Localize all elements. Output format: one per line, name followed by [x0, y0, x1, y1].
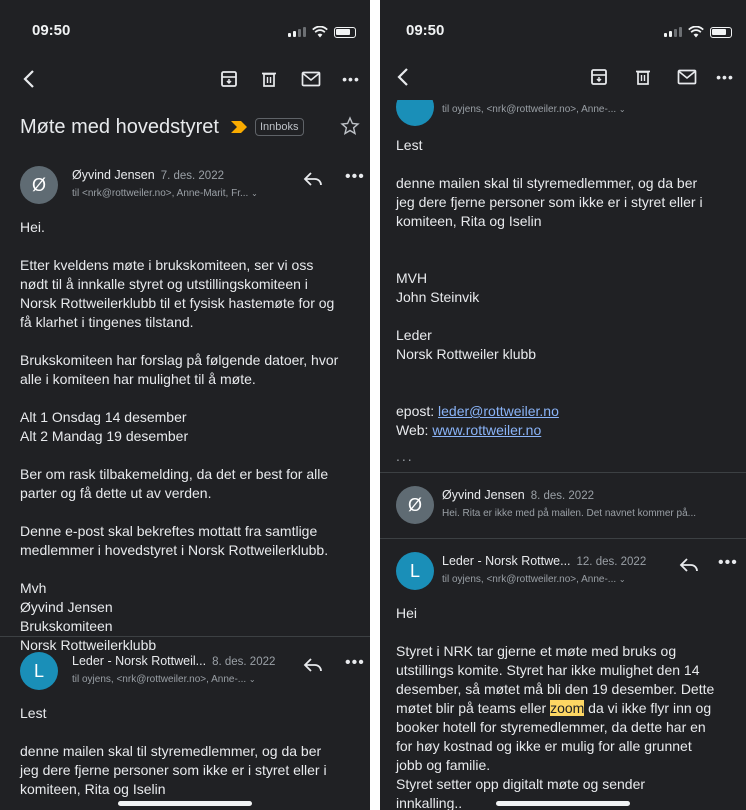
signal-icon: [664, 27, 682, 37]
home-indicator: [118, 801, 252, 806]
message-date: 8. des. 2022: [530, 490, 594, 502]
message-divider: [0, 636, 370, 637]
delete-icon[interactable]: [630, 64, 656, 90]
message-header[interactable]: L Leder - Norsk Rottweil... 8. des. 2022 …: [0, 644, 370, 700]
body-paragraph: denne mailen skal til styremedlemmer, og…: [20, 743, 327, 797]
message-body: Lest denne mailen skal til styremedlemme…: [396, 136, 738, 440]
body-paragraph: Styret i NRK tar gjerne et møte med bruk…: [396, 643, 715, 810]
subject-row: Møte med hovedstyret Innboks: [20, 112, 360, 142]
mail-icon[interactable]: [298, 66, 324, 92]
body-paragraph: Alt 1 Onsdag 14 desember Alt 2 Mandag 19…: [20, 409, 189, 444]
status-time: 09:50: [32, 22, 71, 39]
signature: MVH John Steinvik: [396, 270, 480, 305]
recipients-line[interactable]: til oyjens, <nrk@rottweiler.no>, Anne-..…: [442, 574, 626, 585]
important-marker-icon[interactable]: [229, 120, 249, 134]
body-paragraph: Denne e-post skal bekreftes mottatt fra …: [20, 523, 329, 558]
sender-name: Leder - Norsk Rottweil...: [72, 654, 207, 668]
body-paragraph: Etter kveldens møte i brukskomiteen, ser…: [20, 257, 335, 330]
body-paragraph: denne mailen skal til styremedlemmer, og…: [396, 175, 703, 229]
body-paragraph: Ber om rask tilbakemelding, da det er be…: [20, 466, 329, 501]
status-bar: 09:50: [380, 0, 746, 52]
back-icon[interactable]: [16, 66, 42, 92]
star-icon[interactable]: [340, 116, 360, 136]
signature: Leder Norsk Rottweiler klubb: [396, 327, 537, 362]
body-paragraph: Lest: [20, 705, 47, 721]
battery-icon: [334, 26, 356, 38]
home-indicator: [496, 801, 630, 806]
message-date: 12. des. 2022: [576, 556, 647, 568]
subject-title: Møte med hovedstyret: [20, 115, 219, 138]
contact-line: Web: www.rottweiler.no: [396, 422, 542, 438]
label-badge[interactable]: Innboks: [254, 118, 304, 136]
body-paragraph: Hei: [396, 605, 418, 621]
message-more-icon[interactable]: •••: [345, 654, 365, 672]
wifi-icon: [312, 26, 328, 38]
message-more-icon[interactable]: •••: [345, 168, 365, 186]
message-body: Hei. Etter kveldens møte i brukskomiteen…: [20, 218, 360, 655]
recipients-line[interactable]: til oyjens, <nrk@rottweiler.no>, Anne-..…: [72, 674, 256, 685]
recipients-line[interactable]: til <nrk@rottweiler.no>, Anne-Marit, Fr.…: [72, 188, 258, 199]
avatar: L: [20, 652, 58, 690]
message-body: Hei Styret i NRK tar gjerne et møte med …: [396, 604, 738, 810]
reply-icon[interactable]: [302, 656, 324, 674]
sender-line: Øyvind Jensen 8. des. 2022: [442, 488, 594, 502]
message-date: 7. des. 2022: [160, 170, 224, 182]
system-icons: [288, 26, 356, 38]
recipients-line[interactable]: til oyjens, <nrk@rottweiler.no>, Anne-..…: [442, 104, 626, 115]
back-icon[interactable]: [390, 64, 416, 90]
collapsed-message[interactable]: Ø Øyvind Jensen 8. des. 2022 Hei. Rita er…: [380, 478, 746, 534]
more-options-icon[interactable]: •••: [338, 66, 364, 92]
delete-icon[interactable]: [256, 66, 282, 92]
email-link[interactable]: leder@rottweiler.no: [438, 403, 559, 419]
avatar: Ø: [20, 166, 58, 204]
sender-name: Øyvind Jensen: [442, 488, 525, 502]
message-snippet: Hei. Rita er ikke med på mailen. Det nav…: [442, 508, 696, 519]
more-options-icon[interactable]: •••: [712, 64, 738, 90]
message-divider: [380, 472, 746, 473]
message-body: Lest denne mailen skal til styremedlemme…: [20, 704, 360, 799]
message-header[interactable]: L Leder - Norsk Rottwe... 12. des. 2022 t…: [380, 544, 746, 600]
search-highlight: zoom: [550, 700, 585, 716]
archive-icon[interactable]: [216, 66, 242, 92]
reply-icon[interactable]: [302, 170, 324, 188]
sender-name: Øyvind Jensen: [72, 168, 155, 182]
avatar: L: [396, 552, 434, 590]
contact-line: epost: leder@rottweiler.no: [396, 403, 559, 419]
archive-icon[interactable]: [586, 64, 612, 90]
email-toolbar: •••: [380, 50, 746, 100]
message-divider: [380, 538, 746, 539]
body-paragraph: Brukskomiteen har forslag på følgende da…: [20, 352, 339, 387]
sender-line: Leder - Norsk Rottwe... 12. des. 2022: [442, 554, 646, 568]
body-paragraph: Hei.: [20, 219, 45, 235]
right-screenshot: 09:50 ••• til oyjens, <nrk@rottweiler.no…: [380, 0, 746, 810]
sender-line: Leder - Norsk Rottweil... 8. des. 2022: [72, 654, 275, 668]
sender-name: Leder - Norsk Rottwe...: [442, 554, 571, 568]
wifi-icon: [688, 26, 704, 38]
show-trimmed-content[interactable]: ...: [396, 448, 414, 464]
left-screenshot: 09:50 ••• Møte med hovedstyret Innboks Ø…: [0, 0, 370, 810]
system-icons: [664, 26, 732, 38]
reply-icon[interactable]: [678, 556, 700, 574]
avatar: Ø: [396, 486, 434, 524]
message-header[interactable]: Ø Øyvind Jensen 7. des. 2022 til <nrk@rot…: [0, 158, 370, 214]
web-link[interactable]: www.rottweiler.no: [432, 422, 541, 438]
email-toolbar: •••: [0, 56, 370, 100]
message-more-icon[interactable]: •••: [718, 554, 738, 572]
signal-icon: [288, 27, 306, 37]
sender-line: Øyvind Jensen 7. des. 2022: [72, 168, 224, 182]
body-paragraph: Lest: [396, 137, 423, 153]
mail-icon[interactable]: [674, 64, 700, 90]
status-bar: 09:50: [0, 0, 370, 52]
message-date: 8. des. 2022: [212, 656, 276, 668]
battery-icon: [710, 26, 732, 38]
status-time: 09:50: [406, 22, 445, 39]
